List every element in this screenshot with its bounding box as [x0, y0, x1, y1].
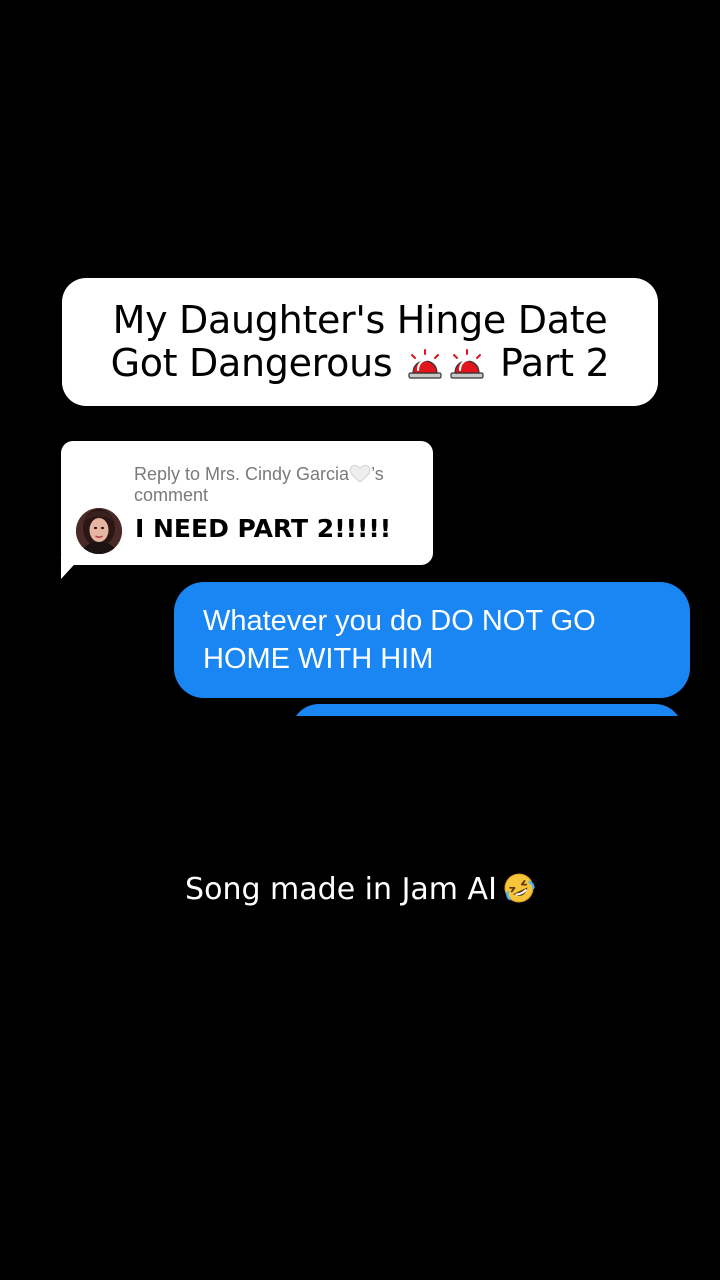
- reply-comment-text: I NEED PART 2!!!!!: [135, 514, 392, 543]
- video-caption: Song made in Jam AI: [0, 868, 720, 912]
- next-message-bubble-shape: [291, 704, 683, 716]
- reply-bubble-tail: [61, 555, 83, 579]
- rolling-on-floor-laughing-icon: [504, 873, 535, 903]
- video-title-card: My Daughter's Hinge Date Got Dangerous P…: [62, 278, 658, 406]
- white-heart-icon: [349, 465, 371, 483]
- next-message-bubble-partial: [291, 704, 683, 716]
- video-frame: { "title_card": { "line1": "My Daughter'…: [0, 0, 720, 1280]
- reply-to-prefix: Reply to Mrs. Cindy Garcia: [134, 464, 350, 484]
- title-line-2: Got Dangerous Part 2: [111, 342, 610, 385]
- caption-text: Song made in Jam AI: [185, 872, 497, 907]
- avatar: [76, 508, 122, 554]
- reply-to-comment-word: comment: [134, 485, 209, 505]
- police-siren-icon: [408, 349, 442, 379]
- reply-to-suffix: ’s: [371, 464, 384, 484]
- reply-to-label: Reply to Mrs. Cindy Garcia ’s comment: [134, 464, 424, 506]
- sent-message-text: Whatever you do DO NOT GO HOME WITH HIM: [203, 605, 596, 675]
- title-line-1: My Daughter's Hinge Date: [112, 298, 608, 342]
- title-line-2-start: Got Dangerous: [110, 341, 393, 385]
- police-siren-icon: [450, 349, 484, 379]
- reply-comment-bubble: Reply to Mrs. Cindy Garcia ’s comment I …: [61, 441, 433, 565]
- sent-message-bubble: Whatever you do DO NOT GO HOME WITH HIM: [174, 582, 690, 698]
- title-line-2-end: Part 2: [499, 341, 610, 385]
- avatar-portrait-icon: [76, 508, 122, 554]
